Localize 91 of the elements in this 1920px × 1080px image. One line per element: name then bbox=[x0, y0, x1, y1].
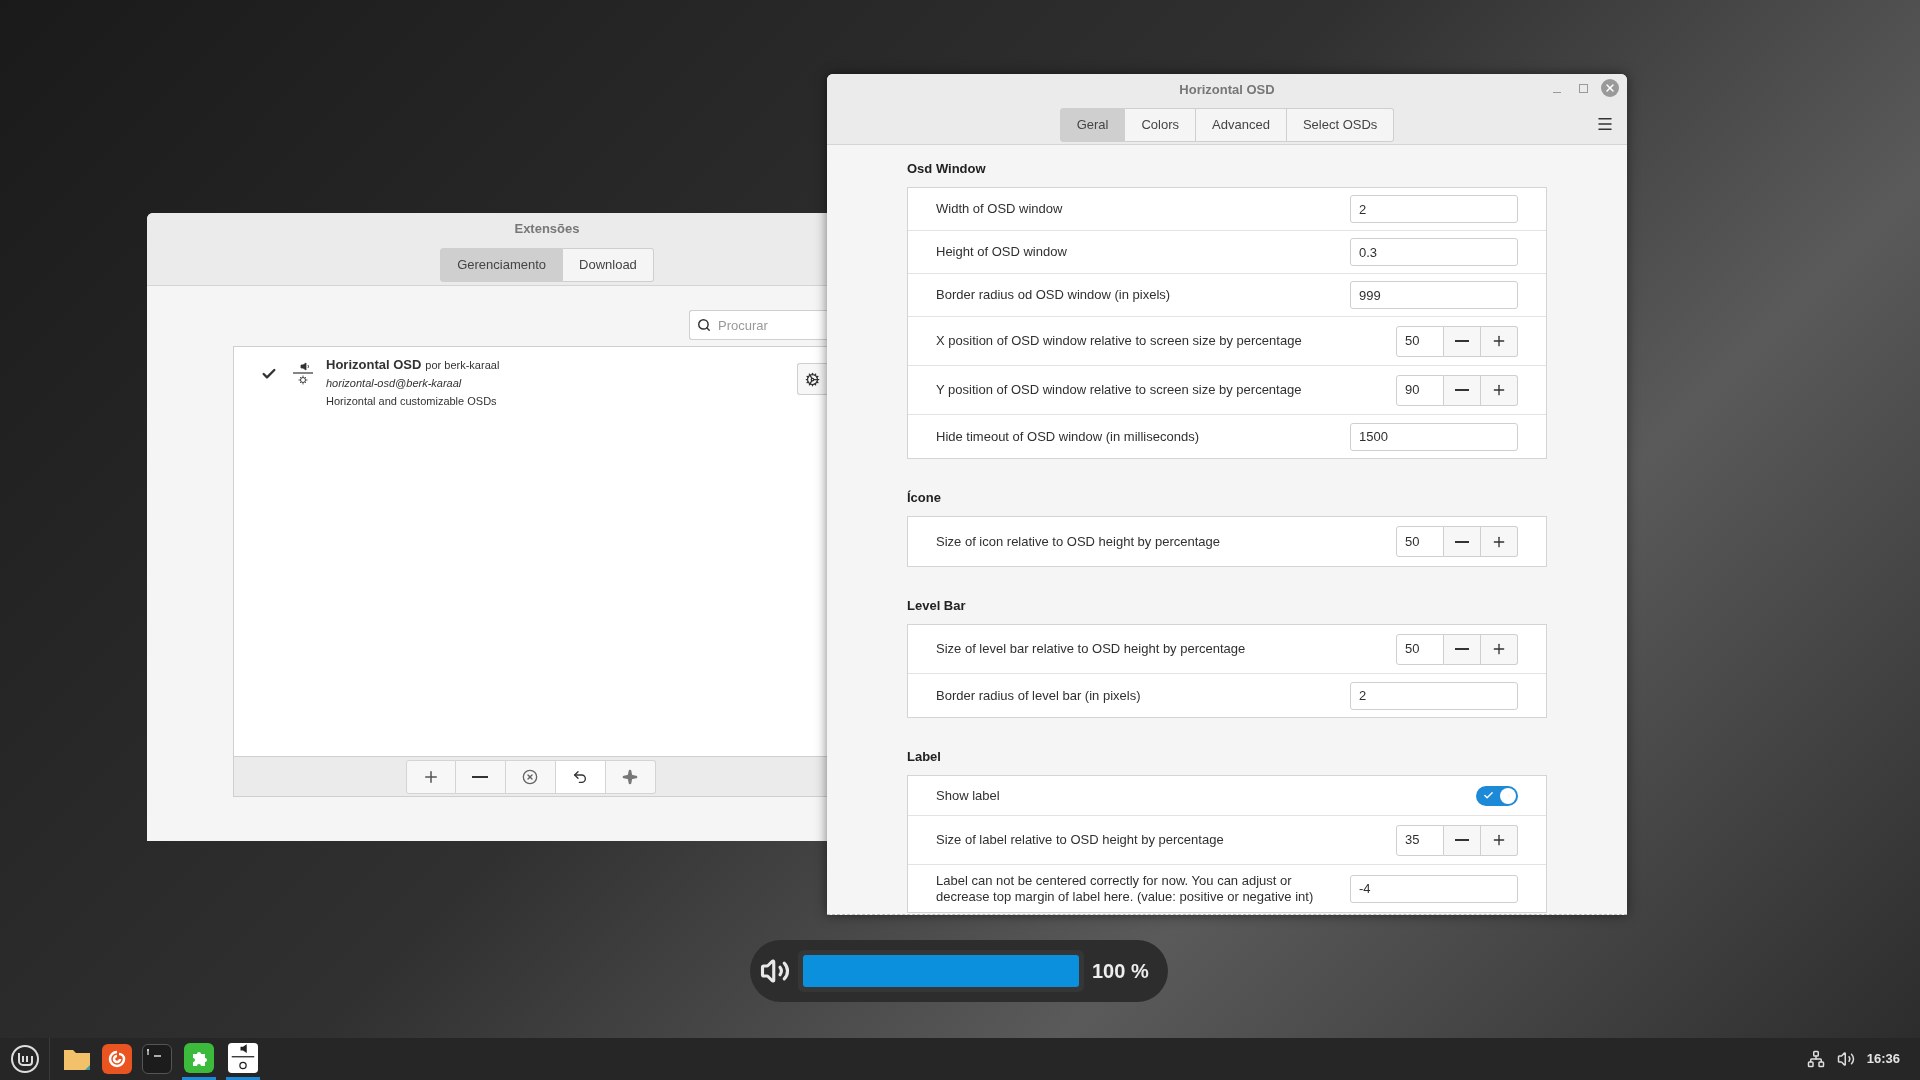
window-title: Horizontal OSD bbox=[1179, 81, 1275, 99]
swirl-icon bbox=[107, 1049, 127, 1069]
more-button[interactable] bbox=[605, 759, 656, 794]
taskbar-app[interactable] bbox=[142, 1044, 172, 1074]
close-icon bbox=[1604, 82, 1616, 94]
clock: 16:36 bbox=[1866, 1050, 1900, 1069]
text-field[interactable]: 999 bbox=[1350, 281, 1518, 309]
undo-icon bbox=[572, 768, 588, 785]
tab[interactable]: Geral bbox=[1059, 107, 1126, 142]
text-field[interactable]: 0.3 bbox=[1350, 238, 1518, 266]
minus-icon bbox=[1455, 648, 1469, 650]
setting-label: Height of OSD window bbox=[936, 244, 1067, 260]
level-reading: 100 % bbox=[1092, 959, 1149, 984]
text-field[interactable]: 1500 bbox=[1350, 422, 1518, 451]
minus-icon bbox=[1455, 540, 1469, 543]
add-button[interactable] bbox=[405, 759, 456, 794]
decrement-button[interactable] bbox=[1444, 374, 1481, 406]
decrement-button[interactable] bbox=[1444, 325, 1481, 357]
setting-label: Size of icon relative to OSD height by percentage bbox=[936, 533, 1220, 550]
setting-label: X position of OSD window relative to screen size by percentage bbox=[936, 333, 1302, 349]
text-field[interactable]: 2 bbox=[1350, 681, 1518, 710]
decrement-button[interactable] bbox=[1444, 633, 1481, 665]
increment-button[interactable] bbox=[1481, 374, 1518, 406]
search-field[interactable]: Procurar bbox=[689, 310, 827, 340]
number-field[interactable]: 35 bbox=[1396, 824, 1444, 856]
section-heading: Level Bar bbox=[907, 598, 967, 614]
text-field[interactable]: 2 bbox=[1350, 195, 1518, 223]
plus-icon bbox=[1491, 641, 1507, 657]
increment-button[interactable] bbox=[1481, 325, 1518, 357]
increment-button[interactable] bbox=[1481, 633, 1518, 665]
tab[interactable]: Gerenciamento bbox=[440, 247, 564, 282]
puzzle-icon bbox=[184, 1042, 214, 1073]
number-field[interactable]: 90 bbox=[1396, 374, 1444, 406]
menu-icon bbox=[1596, 115, 1614, 133]
window-title: Extensões bbox=[514, 220, 580, 238]
tab[interactable]: Advanced bbox=[1196, 107, 1287, 142]
setting-label: Show label bbox=[936, 787, 1000, 804]
check-icon bbox=[1483, 790, 1494, 801]
plus-icon bbox=[1491, 333, 1507, 349]
tab[interactable]: Colors bbox=[1125, 107, 1197, 142]
extension-uuid: horizontal-osd@berk-karaal bbox=[326, 375, 463, 391]
setting-label: Size of label relative to OSD height by percentage bbox=[936, 832, 1224, 848]
increment-button[interactable] bbox=[1481, 824, 1518, 856]
setting-label: Label can not be centered correctly for now. You can adjust or decrease top margin of label here. (value: positive or negative int) bbox=[936, 872, 1315, 905]
setting-label: Width of OSD window bbox=[936, 201, 1063, 217]
sparkle-icon bbox=[622, 768, 638, 785]
setting-label: Border radius od OSD window (in pixels) bbox=[936, 287, 1171, 303]
gear-icon bbox=[805, 371, 820, 387]
logo-icon bbox=[9, 1044, 40, 1074]
section-heading: Ícone bbox=[907, 490, 942, 506]
tab[interactable]: Select OSDs bbox=[1286, 107, 1395, 142]
text-field[interactable]: -4 bbox=[1350, 874, 1518, 903]
speaker-sun-icon bbox=[291, 362, 315, 386]
search-icon bbox=[697, 318, 711, 332]
speaker-sun-icon bbox=[228, 1042, 258, 1073]
close-circle-icon bbox=[522, 768, 538, 785]
plus-icon bbox=[1491, 832, 1507, 848]
increment-button[interactable] bbox=[1481, 526, 1518, 557]
setting-label: Border radius of level bar (in pixels) bbox=[936, 687, 1141, 704]
extension-description: Horizontal and customizable OSDs bbox=[326, 394, 498, 409]
tab[interactable]: Download bbox=[563, 247, 654, 282]
plus-icon bbox=[1491, 382, 1507, 398]
number-field[interactable]: 50 bbox=[1396, 325, 1444, 357]
clear-button[interactable] bbox=[505, 759, 556, 794]
maximize-icon bbox=[1578, 83, 1588, 93]
number-field[interactable]: 50 bbox=[1396, 526, 1444, 557]
network-icon bbox=[1806, 1050, 1825, 1068]
decrement-button[interactable] bbox=[1444, 526, 1481, 557]
speaker-icon bbox=[760, 956, 790, 986]
number-field[interactable]: 50 bbox=[1396, 633, 1444, 665]
minus-icon bbox=[1455, 340, 1469, 342]
decrement-button[interactable] bbox=[1444, 824, 1481, 856]
configure-button[interactable] bbox=[797, 363, 827, 395]
section-heading: Osd Window bbox=[907, 161, 987, 177]
extension-name: Horizontal OSD bbox=[326, 356, 422, 374]
minus-icon bbox=[1455, 839, 1469, 841]
close-button[interactable] bbox=[1601, 79, 1619, 97]
toggle-switch[interactable] bbox=[1476, 785, 1518, 806]
minimize-icon bbox=[1553, 92, 1561, 93]
volume-icon bbox=[1836, 1050, 1855, 1068]
terminal-icon bbox=[146, 1048, 162, 1058]
folder-icon bbox=[63, 1047, 91, 1071]
setting-label: Hide timeout of OSD window (in milliseconds) bbox=[936, 428, 1199, 445]
section-heading: Label bbox=[907, 749, 942, 765]
taskbar-app[interactable] bbox=[102, 1044, 132, 1074]
setting-label: Size of level bar relative to OSD height by percentage bbox=[936, 641, 1246, 657]
extension-author: por berk-karaal bbox=[425, 358, 500, 373]
minus-icon bbox=[472, 775, 488, 778]
minus-icon bbox=[1455, 389, 1469, 391]
setting-label: Y position of OSD window relative to screen size by percentage bbox=[936, 382, 1302, 398]
restore-button[interactable] bbox=[555, 759, 606, 794]
